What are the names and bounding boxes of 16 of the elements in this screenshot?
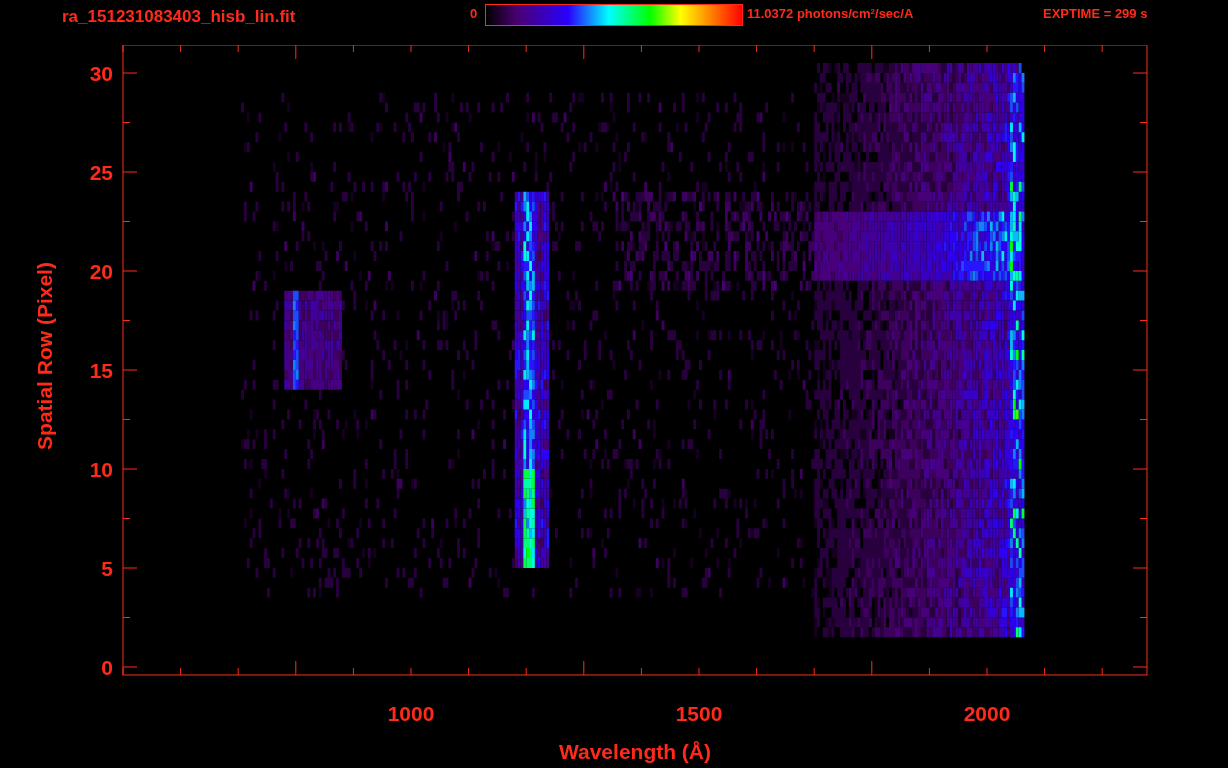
y-tick-label: 30 <box>89 62 113 85</box>
x-tick-label: 1000 <box>387 702 435 725</box>
colorbar-max-label: 11.0372 photons/cm$^{2}$/sec/A <box>747 5 915 23</box>
exposure-time: EXPTIME = 299 s <box>1043 5 1148 23</box>
y-tick-label: 5 <box>101 557 113 580</box>
x-tick-label: 2000 <box>963 702 1011 725</box>
x-axis-title: Wavelength (Å) <box>558 740 712 763</box>
y-axis-title: Spatial Row (Pixel) <box>33 262 56 450</box>
file-title: ra_151231083403_hisb_lin.fit <box>62 6 297 28</box>
x-tick-label: 1500 <box>675 702 723 725</box>
y-tick-label: 20 <box>89 260 113 283</box>
y-tick-label: 0 <box>101 656 113 679</box>
y-tick-label: 10 <box>89 458 113 481</box>
colorbar-min-label: 0 <box>470 5 479 23</box>
y-tick-label: 15 <box>89 359 113 382</box>
y-tick-label: 25 <box>89 161 113 184</box>
